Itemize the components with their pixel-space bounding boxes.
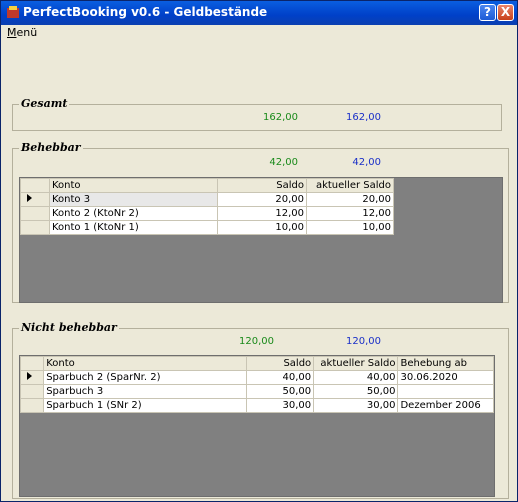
table-cell-saldo[interactable]: 30,00: [245, 398, 315, 413]
table-header-row: Konto Saldo aktueller Saldo: [20, 178, 394, 193]
group-behebbar-title: Behebbar: [19, 141, 83, 154]
table-cell-aktueller-saldo[interactable]: 30,00: [313, 398, 399, 413]
title-bar[interactable]: PerfectBooking v0.6 - Geldbestände ? X: [1, 1, 517, 25]
nicht-behebbar-grid[interactable]: Konto Saldo aktueller Saldo Behebung ab …: [19, 355, 495, 497]
gesamt-aktueller-saldo: 162,00: [346, 112, 381, 123]
row-indicator: [19, 384, 45, 399]
column-header-saldo[interactable]: Saldo: [217, 178, 307, 193]
table-row[interactable]: Konto 1 (KtoNr 1) 10,00 10,00: [20, 220, 394, 235]
app-window: PerfectBooking v0.6 - Geldbestände ? X M…: [0, 0, 518, 502]
table-cell-konto[interactable]: Konto 2 (KtoNr 2): [49, 206, 218, 221]
group-nicht-behebbar-title: Nicht behebbar: [19, 321, 119, 334]
table-cell-konto[interactable]: Konto 1 (KtoNr 1): [49, 220, 218, 235]
row-indicator-header: [19, 356, 45, 371]
behebbar-table: Konto Saldo aktueller Saldo Konto 3 20,0…: [20, 178, 394, 235]
table-cell-konto[interactable]: Sparbuch 3: [43, 384, 247, 399]
current-row-arrow-icon: [27, 372, 32, 380]
table-cell-konto[interactable]: Sparbuch 1 (SNr 2): [43, 398, 247, 413]
table-cell-saldo[interactable]: 20,00: [217, 192, 307, 207]
behebbar-grid[interactable]: Konto Saldo aktueller Saldo Konto 3 20,0…: [19, 177, 503, 303]
column-header-konto[interactable]: Konto: [49, 178, 218, 193]
column-header-aktueller-saldo[interactable]: aktueller Saldo: [306, 178, 394, 193]
column-header-aktueller-saldo[interactable]: aktueller Saldo: [313, 356, 399, 371]
table-cell-saldo[interactable]: 12,00: [217, 206, 307, 221]
table-cell-aktueller-saldo[interactable]: 50,00: [313, 384, 399, 399]
behebbar-aktueller-saldo: 42,00: [352, 157, 381, 168]
row-indicator: [19, 370, 45, 385]
table-cell-aktueller-saldo[interactable]: 12,00: [306, 206, 394, 221]
table-row[interactable]: Sparbuch 2 (SparNr. 2) 40,00 40,00 30.06…: [19, 370, 494, 385]
nicht-behebbar-table: Konto Saldo aktueller Saldo Behebung ab …: [19, 356, 494, 413]
table-cell-saldo[interactable]: 50,00: [245, 384, 315, 399]
app-icon: [7, 6, 19, 18]
menu-mnemonic: M: [7, 26, 17, 39]
client-area: Gesamt 162,00 162,00 Behebbar 42,00 42,0…: [1, 42, 517, 501]
help-button[interactable]: ?: [479, 4, 496, 21]
menu-item-menue[interactable]: Menü: [7, 26, 37, 39]
table-cell-saldo[interactable]: 10,00: [217, 220, 307, 235]
table-row[interactable]: Konto 2 (KtoNr 2) 12,00 12,00: [20, 206, 394, 221]
table-cell-behebung-ab[interactable]: Dezember 2006: [397, 398, 494, 413]
table-cell-aktueller-saldo[interactable]: 20,00: [306, 192, 394, 207]
row-indicator: [20, 206, 50, 221]
row-indicator-header: [20, 178, 50, 193]
current-row-arrow-icon: [27, 194, 32, 202]
menu-label-rest: enü: [16, 26, 38, 39]
nicht-behebbar-saldo: 120,00: [239, 336, 274, 347]
group-gesamt-title: Gesamt: [19, 97, 70, 110]
table-cell-behebung-ab[interactable]: 30.06.2020: [397, 370, 494, 385]
table-cell-behebung-ab[interactable]: [397, 384, 494, 399]
table-cell-konto[interactable]: Konto 3: [49, 192, 218, 207]
table-row[interactable]: Sparbuch 1 (SNr 2) 30,00 30,00 Dezember …: [19, 398, 494, 413]
column-header-behebung-ab[interactable]: Behebung ab: [397, 356, 494, 371]
behebbar-saldo: 42,00: [269, 157, 298, 168]
table-header-row: Konto Saldo aktueller Saldo Behebung ab: [19, 356, 494, 371]
table-row[interactable]: Sparbuch 3 50,00 50,00: [19, 384, 494, 399]
gesamt-saldo: 162,00: [263, 112, 298, 123]
row-indicator: [20, 220, 50, 235]
close-button[interactable]: X: [497, 4, 514, 21]
window-title: PerfectBooking v0.6 - Geldbestände: [23, 5, 268, 19]
column-header-konto[interactable]: Konto: [43, 356, 247, 371]
table-cell-saldo[interactable]: 40,00: [245, 370, 315, 385]
column-header-saldo[interactable]: Saldo: [245, 356, 315, 371]
menu-bar: Menü: [1, 25, 517, 43]
row-indicator: [20, 192, 50, 207]
table-cell-aktueller-saldo[interactable]: 40,00: [313, 370, 399, 385]
nicht-behebbar-aktueller-saldo: 120,00: [346, 336, 381, 347]
row-indicator: [19, 398, 45, 413]
table-row[interactable]: Konto 3 20,00 20,00: [20, 192, 394, 207]
table-cell-konto[interactable]: Sparbuch 2 (SparNr. 2): [43, 370, 247, 385]
table-cell-aktueller-saldo[interactable]: 10,00: [306, 220, 394, 235]
